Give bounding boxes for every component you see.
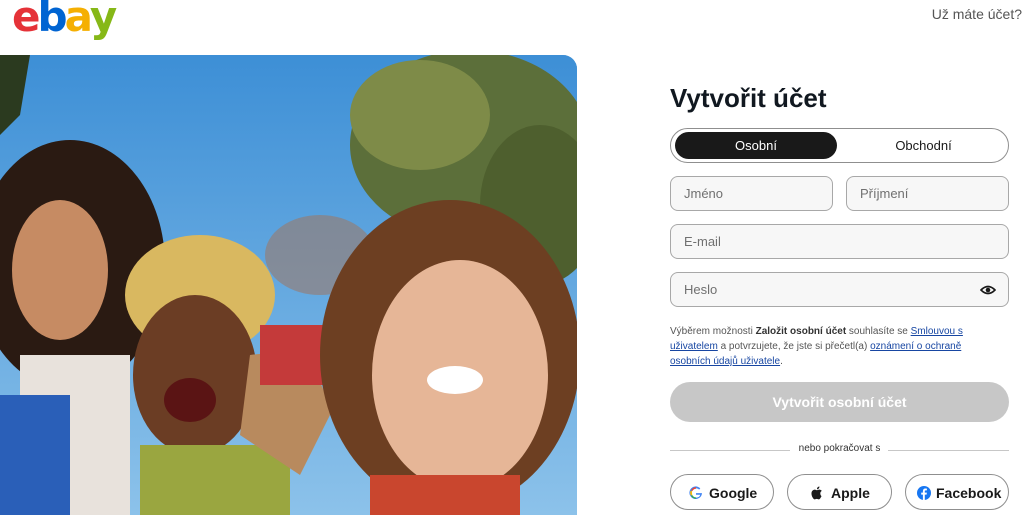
legal-notice: Výběrem možnosti Založit osobní účet sou… xyxy=(670,324,990,369)
create-account-button[interactable]: Vytvořit osobní účet xyxy=(670,382,1009,422)
legal-text-2: souhlasíte se xyxy=(846,326,911,337)
facebook-label: Facebook xyxy=(936,485,1002,501)
top-bar: ebay Už máte účet? xyxy=(0,0,1024,42)
page-title: Vytvořit účet xyxy=(670,83,827,113)
logo-letter-y: y xyxy=(89,0,117,41)
facebook-signin-button[interactable]: Facebook xyxy=(905,474,1009,510)
tab-personal[interactable]: Osobní xyxy=(675,132,837,159)
divider-line-right xyxy=(888,450,1009,451)
last-name-input[interactable] xyxy=(860,177,1008,210)
password-field[interactable] xyxy=(670,272,1009,307)
legal-bold: Založit osobní účet xyxy=(755,326,847,337)
last-name-field[interactable] xyxy=(846,176,1009,211)
ebay-logo[interactable]: ebay xyxy=(12,0,117,42)
apple-label: Apple xyxy=(831,485,870,501)
account-type-toggle: Osobní Obchodní xyxy=(670,128,1009,163)
first-name-field[interactable] xyxy=(670,176,833,211)
facebook-icon xyxy=(917,486,931,500)
google-icon xyxy=(689,486,702,500)
google-label: Google xyxy=(709,485,758,501)
apple-signin-button[interactable]: Apple xyxy=(787,474,892,510)
google-signin-button[interactable]: Google xyxy=(670,474,774,510)
apple-icon xyxy=(811,486,822,500)
legal-text-3: a potvrzujete, že jste si přečetl(a) xyxy=(717,341,871,352)
email-field[interactable] xyxy=(670,224,1009,259)
logo-letter-a: a xyxy=(64,0,93,41)
email-input[interactable] xyxy=(684,225,1008,258)
divider-text: nebo pokračovat s xyxy=(798,443,881,454)
or-divider: nebo pokračovat s xyxy=(670,443,1009,457)
legal-text-1: Výběrem možnosti xyxy=(670,326,756,337)
logo-letter-e: e xyxy=(12,0,40,41)
logo-letter-b: b xyxy=(37,0,68,41)
signin-link[interactable]: Už máte účet? xyxy=(932,6,1022,22)
legal-text-4: . xyxy=(780,356,783,367)
password-input[interactable] xyxy=(684,273,974,306)
show-password-icon[interactable] xyxy=(980,282,996,298)
registration-form: Vytvořit účet Osobní Obchodní Výběrem mo… xyxy=(670,82,1010,510)
tab-business[interactable]: Obchodní xyxy=(841,132,1006,159)
first-name-input[interactable] xyxy=(684,177,832,210)
hero-photo xyxy=(0,55,577,515)
